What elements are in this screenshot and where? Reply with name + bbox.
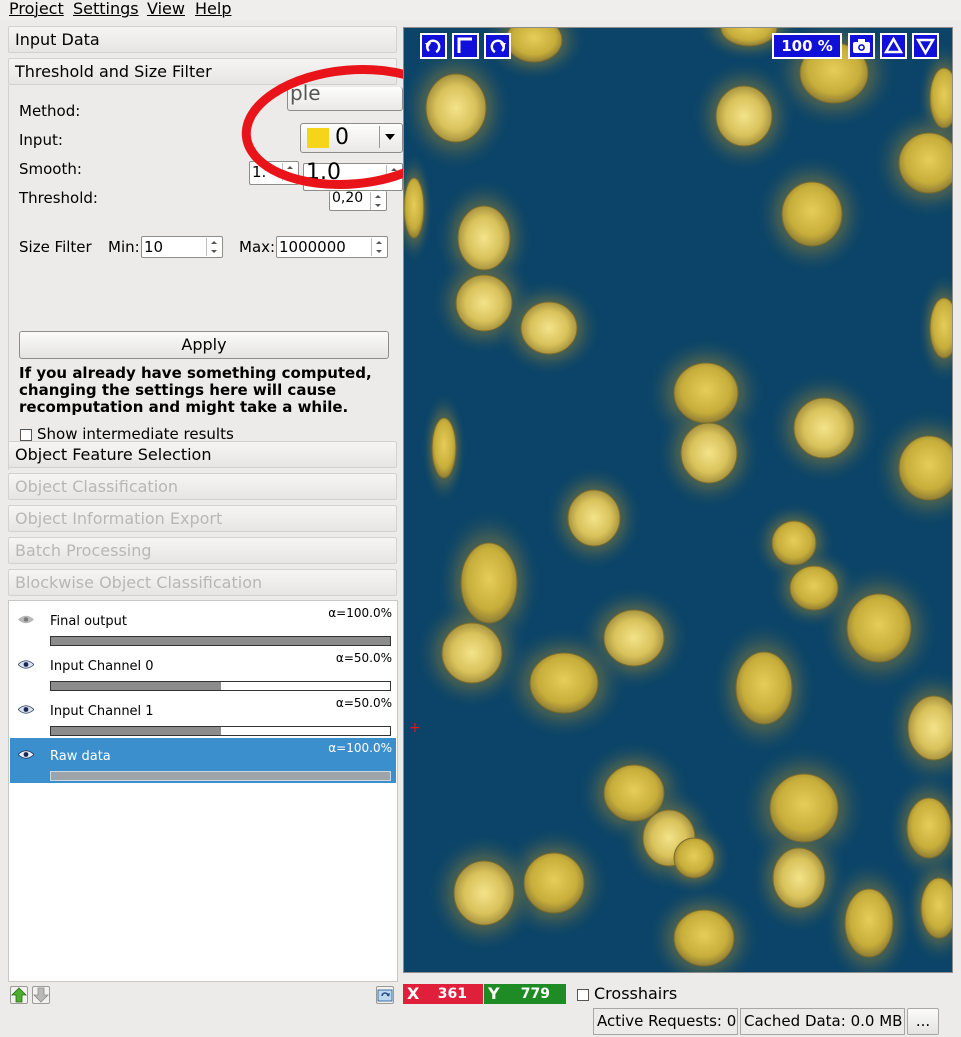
screenshot-button[interactable] <box>848 33 875 59</box>
cell-nucleus <box>781 181 843 247</box>
cell-nucleus <box>771 520 817 566</box>
cursor-crosshair-icon: + <box>409 720 421 736</box>
cell-nucleus <box>898 435 952 501</box>
layer-row[interactable]: Input Channel 1 α=50.0% <box>10 693 396 738</box>
smooth-label: Smooth: <box>19 160 82 178</box>
zoom-level[interactable]: 100 % <box>772 33 842 59</box>
image-viewer[interactable]: + 100 % <box>403 27 953 973</box>
cell-nucleus <box>673 837 715 879</box>
max-size-spinbox[interactable]: 1000000 <box>276 236 388 258</box>
applet-object-information-export: Object Information Export <box>8 505 397 532</box>
crosshairs-label: Crosshairs <box>594 984 678 1003</box>
cell-nucleus <box>455 274 513 332</box>
applet-object-feature-selection[interactable]: Object Feature Selection <box>8 441 397 468</box>
cell-nucleus <box>603 609 665 667</box>
method-label: Method: <box>19 102 81 120</box>
cell-nucleus <box>769 773 839 843</box>
cell-nucleus <box>523 852 585 914</box>
camera-icon <box>853 39 870 53</box>
cell-nucleus <box>457 205 511 271</box>
opacity-slider[interactable] <box>50 681 391 691</box>
cell-nucleus <box>529 652 599 714</box>
max-label: Max: <box>239 238 276 256</box>
opacity-slider[interactable] <box>50 771 391 781</box>
cell-nucleus <box>789 565 839 611</box>
layer-down-button[interactable] <box>32 986 50 1004</box>
cell-nucleus <box>715 85 773 147</box>
cell-nucleus <box>453 860 515 926</box>
spin-arrows-icon[interactable] <box>206 238 221 256</box>
applet-object-classification: Object Classification <box>8 473 397 500</box>
show-intermediate-checkbox[interactable] <box>20 429 32 441</box>
size-filter-label: Size Filter <box>19 238 92 256</box>
layer-row[interactable]: Final output α=100.0% <box>10 603 396 648</box>
menu-project[interactable]: Project <box>9 0 64 18</box>
arrow-up-icon <box>883 36 904 54</box>
layer-up-button[interactable] <box>10 986 28 1004</box>
input-label: Input: <box>19 131 63 149</box>
cell-nucleus <box>441 622 503 684</box>
opacity-slider[interactable] <box>50 726 391 736</box>
cell-nucleus <box>680 422 738 484</box>
cell-nucleus <box>431 417 457 479</box>
cell-nucleus <box>906 797 952 859</box>
menu-help[interactable]: Help <box>195 0 231 18</box>
reset-view-button[interactable] <box>452 33 479 59</box>
arrow-up-icon <box>11 987 27 1003</box>
layer-row[interactable]: Input Channel 0 α=50.0% <box>10 648 396 693</box>
layer-refresh-button[interactable] <box>376 986 394 1004</box>
microscopy-image[interactable]: + <box>404 28 953 973</box>
min-label: Min: <box>108 238 140 256</box>
more-button[interactable]: ... <box>907 1008 939 1035</box>
opacity-slider[interactable] <box>50 636 391 646</box>
layer-row-selected[interactable]: Raw data α=100.0% <box>10 738 396 783</box>
cell-nucleus <box>567 489 621 547</box>
menu-view[interactable]: View <box>147 0 185 18</box>
menu-settings[interactable]: Settings <box>73 0 139 18</box>
cell-nucleus <box>898 132 952 194</box>
arrow-down-icon <box>915 38 936 56</box>
rotate-right-icon <box>490 39 506 54</box>
apply-button[interactable]: Apply <box>19 331 389 359</box>
cell-nucleus <box>673 909 735 967</box>
refresh-icon <box>377 989 393 1002</box>
cell-nucleus <box>425 73 487 143</box>
rotate-left-icon <box>425 39 441 54</box>
arrow-down-icon <box>33 987 49 1003</box>
rotate-left-button[interactable] <box>420 33 447 59</box>
layer-list[interactable]: Final output α=100.0% Input Channel 0 α=… <box>8 600 398 982</box>
eye-closed-icon[interactable] <box>18 615 34 624</box>
menu-bar: Project Settings View Help <box>0 0 961 20</box>
cell-nucleus <box>673 362 739 424</box>
threshold-label: Threshold: <box>19 189 98 207</box>
eye-icon[interactable] <box>18 705 34 714</box>
reset-view-icon <box>457 37 472 53</box>
active-requests: Active Requests: 0 <box>593 1008 738 1035</box>
slice-down-button[interactable] <box>912 33 939 59</box>
applet-input-data[interactable]: Input Data <box>8 26 397 53</box>
cell-nucleus <box>603 764 665 822</box>
cell-nucleus <box>460 542 518 624</box>
cell-nucleus <box>844 888 894 958</box>
min-size-spinbox[interactable]: 10 <box>141 236 223 258</box>
eye-icon[interactable] <box>18 750 34 759</box>
cell-nucleus <box>772 847 826 909</box>
x-coordinate: X 361 <box>403 984 483 1004</box>
recompute-warning: If you already have something computed, … <box>19 364 372 416</box>
cell-nucleus <box>846 593 912 663</box>
y-coordinate: Y 779 <box>484 984 566 1004</box>
applet-blockwise-object-classification: Blockwise Object Classification <box>8 569 397 596</box>
cell-nucleus <box>920 877 952 939</box>
cached-data: Cached Data: 0.0 MB <box>740 1008 905 1035</box>
crosshairs-checkbox[interactable] <box>577 989 589 1001</box>
spin-arrows-icon[interactable] <box>371 238 386 256</box>
cell-nucleus <box>735 651 793 725</box>
rotate-right-button[interactable] <box>484 33 511 59</box>
cell-nucleus <box>404 177 425 239</box>
slice-up-button[interactable] <box>880 33 907 59</box>
cell-nucleus <box>793 397 855 459</box>
applet-batch-processing: Batch Processing <box>8 537 397 564</box>
eye-icon[interactable] <box>18 660 34 669</box>
cell-nucleus <box>520 301 578 355</box>
